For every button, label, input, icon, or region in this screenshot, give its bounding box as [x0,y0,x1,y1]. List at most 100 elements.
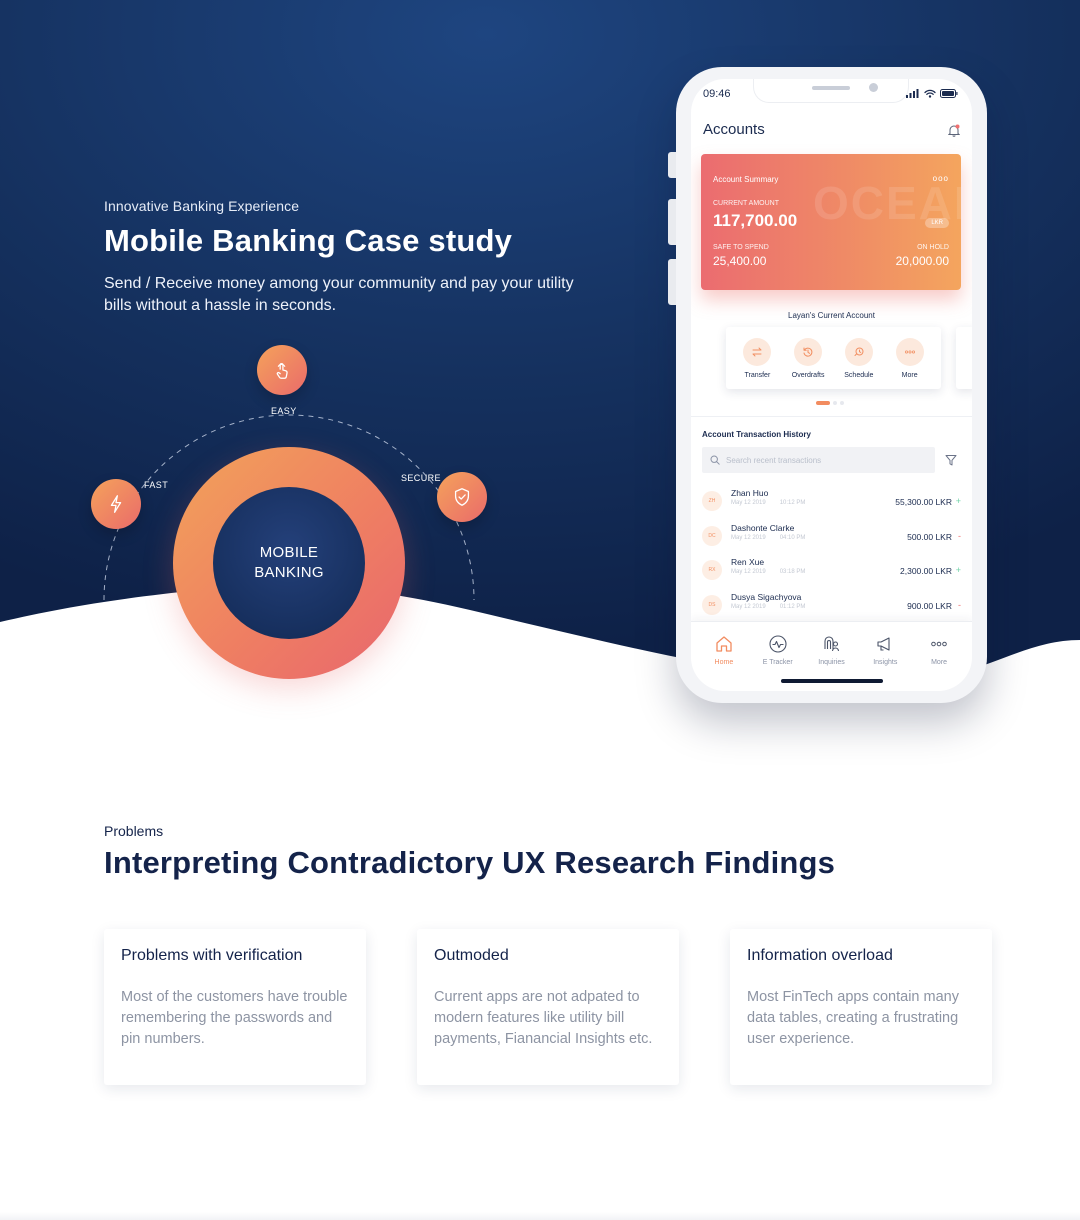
tab-home[interactable]: Home [699,634,749,691]
phone-volume-down [668,259,676,305]
fast-node [91,479,141,529]
account-name: Layan's Current Account [788,311,875,320]
action-overdrafts[interactable]: Overdrafts [784,337,832,379]
hero-subtitle: Send / Receive money among your communit… [104,275,574,314]
transaction-time: 10:12 PM [779,500,806,506]
status-time: 09:46 [703,88,731,100]
section-divider [691,416,972,417]
action-schedule[interactable]: Schedule [835,337,883,379]
schedule-icon [844,337,873,366]
tab-more-label: More [931,659,948,666]
transaction-search[interactable] [702,447,935,473]
account-summary-card[interactable]: OCEAN Account Summary ooo CURRENT AMOUNT… [701,154,961,290]
transaction-row[interactable]: DC Dashonte Clarke May 12 2019 04:10 PM 5… [691,518,972,553]
action-more[interactable]: More [886,337,934,379]
currency-badge: LKR [925,218,949,228]
phone-side-button [668,152,676,178]
tab-e-tracker-label: E Tracker [762,659,793,666]
pager-dot[interactable] [833,401,837,405]
search-icon [710,455,720,465]
transaction-sign: + [955,565,961,576]
pulse-icon [769,635,787,653]
screen-title: Accounts [703,121,765,138]
problem-card-title: Problems with verification [121,947,303,964]
shield-check-icon [454,488,470,506]
wifi-icon [924,89,936,98]
phone-volume-up [668,199,676,245]
transaction-sign: - [958,600,961,611]
transaction-amount: 500.00 LKR [907,531,952,542]
transaction-name: Zhan Huo [731,488,769,498]
transaction-amount: 2,300.00 LKR [900,566,952,577]
problem-cards: Problems with verification Most of the c… [104,929,992,1085]
transaction-row[interactable]: ZH Zhan Huo May 12 2019 10:12 PM 55,300.0… [691,483,972,518]
hero-eyebrow: Innovative Banking Experience [104,198,300,214]
next-account-card-peek[interactable] [956,327,972,389]
phone-screen: 09:46 Accounts OCEAN Accou [691,79,972,691]
transaction-meta: May 12 2019 03:18 PM [731,569,805,575]
transaction-row[interactable]: RX Ren Xue May 12 2019 03:18 PM 2,300.00 … [691,552,972,587]
megaphone-icon [877,637,890,651]
problem-card: Outmoded Current apps are not adpated to… [417,929,679,1085]
history-icon [794,337,823,366]
avatar: DS [702,595,722,616]
battery-icon [940,89,958,98]
inquiries-icon [824,636,840,652]
ring-center-line2: BANKING [254,564,324,581]
transaction-sign: + [955,496,961,506]
search-input[interactable] [726,455,926,465]
transaction-date: May 12 2019 [731,500,766,506]
more-icon [895,337,924,366]
transaction-date: May 12 2019 [731,569,766,576]
transaction-name: Ren Xue [731,557,765,568]
problem-card-title: Information overload [747,947,893,964]
transaction-meta: May 12 2019 10:12 PM [731,500,805,506]
mobile-banking-ring: MOBILE BANKING [173,447,405,679]
tab-insights-label: Insights [873,659,898,666]
action-more-label: More [901,371,918,379]
quick-actions-card: Transfer Overdrafts Schedule More [726,327,941,389]
problem-card-body: Most FinTech apps contain many data tabl… [747,989,959,1047]
home-indicator [781,679,883,683]
problem-card-title: Outmoded [434,947,509,964]
action-schedule-label: Schedule [844,371,874,379]
action-transfer-label: Transfer [744,371,771,379]
transaction-row[interactable]: DS Dusya Sigachyova May 12 2019 01:12 PM … [691,587,972,622]
touch-hand-icon [276,363,288,379]
filter-icon[interactable] [945,454,957,466]
ring-center-line1: MOBILE [259,544,319,561]
transaction-name: Dusya Sigachyova [731,592,802,603]
account-pager[interactable] [816,401,844,405]
transaction-time: 01:12 PM [779,604,806,611]
on-hold-label: ON HOLD [917,244,949,251]
problem-card-body: Current apps are not adpated to modern f… [434,989,653,1047]
avatar: DC [702,525,722,546]
bell-icon[interactable] [948,124,960,137]
signal-icon [906,89,919,98]
action-transfer[interactable]: Transfer [733,337,781,379]
status-icons [906,89,958,98]
transfer-icon [743,337,772,366]
problems-title: Interpreting Contradictory UX Research F… [104,845,836,880]
problem-card: Problems with verification Most of the c… [104,929,366,1085]
avatar: RX [702,560,722,581]
problem-card-body: Most of the customers have trouble remem… [121,989,348,1047]
history-title: Account Transaction History [702,430,811,439]
secure-node [437,472,487,522]
pager-dot-active[interactable] [816,401,830,405]
transaction-name: Dashonte Clarke [731,522,795,533]
notch-camera [869,83,878,92]
bottom-fade [0,1212,1080,1220]
problem-card: Information overload Most FinTech apps c… [730,929,992,1085]
notch-speaker [812,86,850,90]
phone-mockup: 09:46 Accounts OCEAN Accou [668,67,987,703]
phone-notch [753,79,909,103]
action-overdrafts-label: Overdrafts [791,371,825,379]
tab-home-label: Home [714,659,734,666]
pager-dot[interactable] [840,401,844,405]
summary-title: Account Summary [713,175,779,184]
summary-more-icon[interactable]: ooo [933,174,949,183]
transaction-time: 03:18 PM [779,569,806,576]
transaction-date: May 12 2019 [731,604,766,611]
tab-more[interactable]: More [914,634,964,691]
